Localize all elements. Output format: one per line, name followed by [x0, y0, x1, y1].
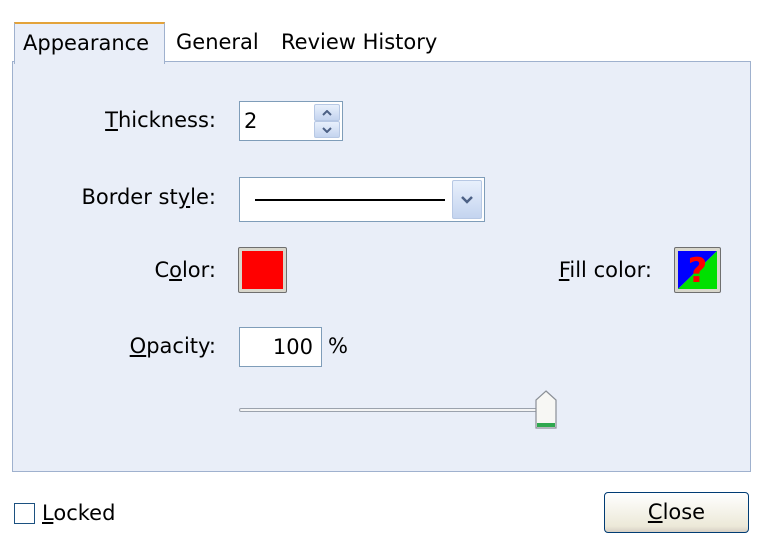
svg-text:?: ?	[688, 251, 708, 289]
locked-label-rest: ocked	[53, 501, 116, 525]
color-label-a: C	[154, 258, 170, 282]
chevron-down-icon	[461, 195, 473, 204]
color-swatch	[242, 251, 283, 289]
thickness-increment-button[interactable]	[314, 104, 340, 121]
close-label-rest: lose	[662, 500, 706, 524]
border-style-dropdown-button[interactable]	[452, 180, 482, 219]
opacity-input[interactable]: 100	[239, 327, 322, 367]
no-fill-question-icon: ?	[678, 251, 717, 289]
fill-color-picker-button[interactable]: ?	[674, 247, 721, 293]
chevron-up-icon	[322, 109, 332, 116]
tab-appearance[interactable]: Appearance	[14, 22, 165, 64]
opacity-unit: %	[328, 334, 348, 358]
color-picker-button[interactable]	[238, 247, 287, 293]
color-label: Color:	[154, 258, 216, 282]
chevron-down-icon	[322, 126, 332, 133]
locked-label[interactable]: Locked	[42, 501, 115, 525]
tab-review-history[interactable]: Review History	[273, 22, 445, 62]
thickness-stepper[interactable]: 2	[239, 101, 343, 141]
tab-general[interactable]: General	[168, 22, 267, 62]
opacity-label-rest: pacity:	[146, 334, 216, 358]
opacity-label: Opacity:	[129, 334, 216, 358]
border-style-label-b: le:	[190, 185, 216, 209]
thickness-value[interactable]: 2	[244, 102, 257, 140]
border-style-label: Border style:	[81, 185, 216, 209]
opacity-slider-track[interactable]	[239, 408, 551, 412]
locked-checkbox[interactable]	[14, 503, 35, 524]
color-label-b: lor:	[181, 258, 216, 282]
border-style-label-a: Border st	[81, 185, 178, 209]
thickness-decrement-button[interactable]	[314, 121, 340, 138]
thickness-label: Thickness:	[105, 108, 216, 132]
solid-line-preview	[255, 199, 445, 201]
close-button[interactable]: Close	[604, 492, 749, 533]
opacity-slider-thumb[interactable]	[535, 390, 557, 430]
thickness-label-rest: hickness:	[117, 108, 216, 132]
fill-color-label: Fill color:	[558, 258, 652, 282]
border-style-select[interactable]	[239, 177, 485, 222]
fill-color-label-rest: ill color:	[569, 258, 652, 282]
